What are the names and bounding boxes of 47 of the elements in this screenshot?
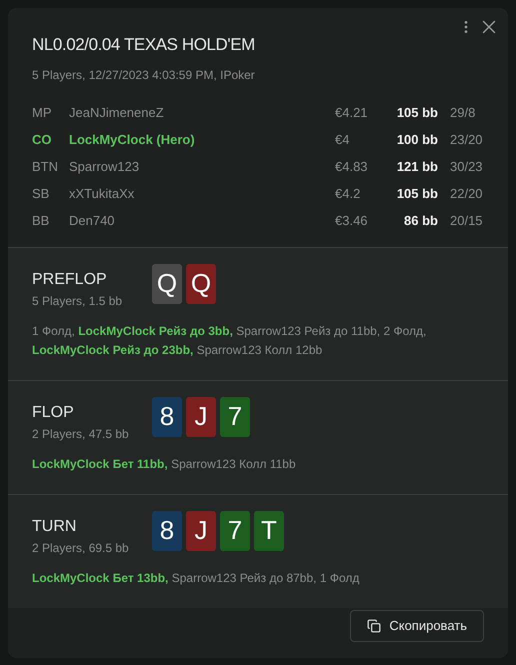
playing-card: T xyxy=(254,510,284,550)
player-name: LockMyClock (Hero) xyxy=(69,131,196,150)
action-log: LockMyClock Бет 11bb, Sparrow123 Колл 11bb xyxy=(32,456,297,472)
action-log: 1 Фолд, LockMyClock Рейз до 3bb, Sparrow123 Рейз до 11bb, 2 Фолд, LockMyClock Рейз до 23bb, Sparrow123 Колл 12bb xyxy=(32,322,428,358)
player-stats: 30/23 xyxy=(449,158,484,176)
stack-amount: €4.2 xyxy=(335,185,362,204)
street-info: 2 Players, 47.5 bb xyxy=(32,426,130,442)
playing-card: Q xyxy=(152,264,182,304)
player-name: Sparrow123 xyxy=(69,158,140,176)
playing-card: J xyxy=(186,510,216,550)
street-name: FLOP xyxy=(32,402,75,422)
position-label: CO xyxy=(32,131,52,150)
player-stats: 23/20 xyxy=(449,131,484,150)
position-label: BTN xyxy=(32,158,59,176)
player-name: Den740 xyxy=(69,212,116,230)
position-label: SB xyxy=(32,185,50,204)
playing-card: 7 xyxy=(220,396,250,436)
position-label: BB xyxy=(32,212,50,230)
stack-amount: €4.83 xyxy=(335,158,369,176)
dialog-title: NL0.02/0.04 TEXAS HOLD'EM xyxy=(32,34,256,56)
street-info: 5 Players, 1.5 bb xyxy=(32,292,124,310)
stack-amount: €4.21 xyxy=(335,104,369,122)
stack-amount: €4 xyxy=(335,131,350,150)
playing-card: J xyxy=(186,396,216,436)
street-name: PREFLOP xyxy=(32,270,108,290)
position-label: MP xyxy=(32,104,52,122)
playing-card: 7 xyxy=(220,510,250,550)
stack-amount: €3.46 xyxy=(335,212,369,230)
dialog-subtitle: 5 Players, 12/27/2023 4:03:59 PM, IPoker xyxy=(32,66,256,84)
player-name: JeaNJimeneneZ xyxy=(69,104,165,122)
stack-bb: 121 bb xyxy=(396,158,438,176)
action-log: LockMyClock Бет 13bb, Sparrow123 Рейз до 87bb, 1 Фолд xyxy=(32,570,360,586)
street-name: TURN xyxy=(32,516,78,536)
street-info: 2 Players, 69.5 bb xyxy=(32,540,130,556)
stack-bb: 100 bb xyxy=(396,131,438,150)
player-stats: 20/15 xyxy=(449,212,484,230)
playing-card: 8 xyxy=(152,510,182,550)
copy-button[interactable]: Скопировать xyxy=(350,610,484,642)
playing-card: 8 xyxy=(152,396,182,436)
player-name: xXTukitaXx xyxy=(69,185,136,204)
stack-bb: 105 bb xyxy=(396,185,438,204)
playing-card: Q xyxy=(186,264,216,304)
player-stats: 22/20 xyxy=(449,185,484,204)
copy-icon xyxy=(367,619,382,633)
stack-bb: 105 bb xyxy=(396,104,438,122)
player-stats: 29/8 xyxy=(449,104,476,122)
stack-bb: 86 bb xyxy=(403,212,438,230)
